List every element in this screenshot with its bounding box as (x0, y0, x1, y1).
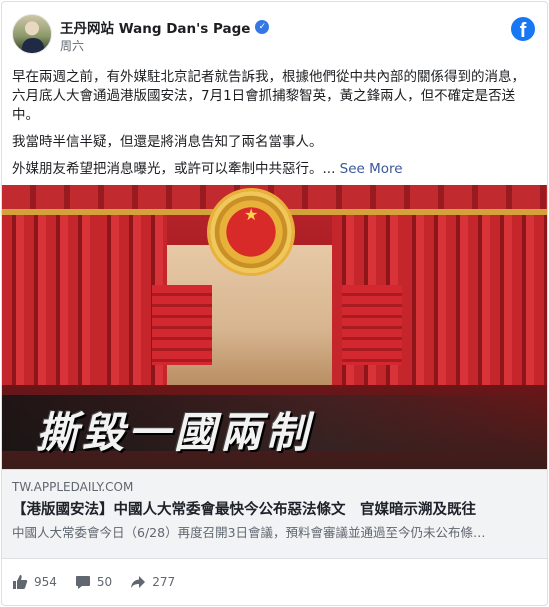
post-header: 王丹网站 Wang Dan's Page ✓ 周六 f (12, 14, 537, 58)
post-paragraph-3: 外媒朋友希望把消息曝光，或許可以牽制中共惡行。... See More (12, 160, 537, 179)
red-flag-left (152, 285, 212, 365)
page-avatar[interactable] (12, 14, 52, 54)
post-paragraph-1: 早在兩週之前，有外媒駐北京記者就告訴我，根據他們從中共內部的關係得到的消息，六月… (12, 69, 525, 123)
share-arrow-icon (131, 576, 146, 588)
link-preview-image[interactable]: ★ 撕毀一國兩制 (2, 185, 547, 469)
share-stat[interactable]: 277 (130, 574, 175, 590)
curtain-left (2, 185, 97, 385)
like-stat[interactable]: 954 (12, 574, 57, 590)
link-description: 中國人大常委會今日（6/28）再度召開3日會議，預料會審議並通過至今仍未公布條… (12, 525, 486, 540)
comment-count: 50 (96, 575, 113, 589)
see-more-link[interactable]: See More (340, 161, 403, 177)
share-count: 277 (152, 575, 176, 589)
link-domain: TW.APPLEDAILY.COM (12, 480, 134, 494)
post-stats-bar: 954 50 277 (12, 572, 193, 592)
page-name-link[interactable]: 王丹网站 Wang Dan's Page ✓ (60, 17, 270, 37)
thumbs-up-icon (13, 575, 28, 589)
post-paragraph-3-text: 外媒朋友希望把消息曝光，或許可以牽制中共惡行。... (12, 161, 340, 177)
star-icon: ★ (244, 205, 259, 224)
post-timestamp[interactable]: 周六 (60, 37, 84, 54)
post-paragraph-2: 我當時半信半疑，但還是將消息告知了兩名當事人。 (12, 134, 323, 150)
curtain-right (402, 185, 547, 385)
page-name[interactable]: 王丹网站 Wang Dan's Page (60, 17, 250, 37)
image-banner-text: 撕毀一國兩制 (36, 408, 313, 457)
verified-badge-icon: ✓ (255, 20, 270, 34)
facebook-logo-icon[interactable]: f (511, 17, 535, 41)
red-flag-right (342, 285, 402, 365)
link-title[interactable]: 【港版國安法】中國人大常委會最快今公布惡法條文 官媒暗示溯及既往 (12, 498, 540, 519)
facebook-post-card: 王丹网站 Wang Dan's Page ✓ 周六 f 早在兩週之前，有外媒駐北… (1, 1, 548, 606)
national-emblem-icon: ★ (210, 191, 292, 273)
link-preview-info[interactable]: TW.APPLEDAILY.COM 【港版國安法】中國人大常委會最快今公布惡法條… (2, 469, 547, 559)
comment-stat[interactable]: 50 (75, 574, 112, 590)
like-count: 954 (34, 575, 57, 589)
post-body: 早在兩週之前，有外媒駐北京記者就告訴我，根據他們從中共內部的關係得到的消息，六月… (12, 68, 537, 187)
comment-icon (75, 576, 90, 589)
